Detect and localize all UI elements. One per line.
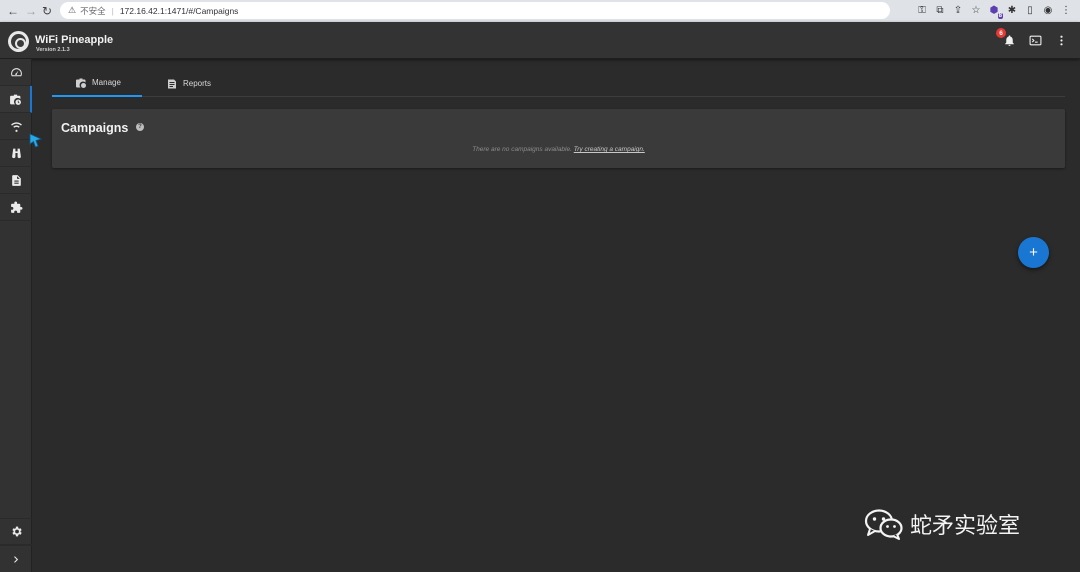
address-bar[interactable]: ⚠ 不安全 | 172.16.42.1:1471/#/Campaigns (60, 2, 890, 19)
extension-toolbar: ⚿ ⧉ ⇪ ☆ ⬢ 8 ✱ ▯ ◉ ⋮ (916, 3, 1072, 19)
pineapple-logo (8, 31, 29, 52)
warning-icon: ⚠ (68, 5, 77, 15)
puzzle-icon (10, 201, 22, 213)
puzzle-extensions-icon[interactable]: ✱ (1006, 3, 1018, 17)
browser-menu-icon[interactable]: ⋮ (1060, 3, 1072, 17)
tab-reports-label: Reports (183, 79, 212, 88)
create-campaign-link[interactable]: Try creating a campaign. (574, 146, 645, 153)
terminal-icon[interactable] (1028, 33, 1042, 47)
sidebar-item-logging[interactable] (0, 167, 32, 194)
tab-reports[interactable]: Reports (166, 70, 211, 97)
key-icon[interactable]: ⚿ (916, 3, 928, 17)
profile-avatar[interactable]: ◉ (1042, 3, 1054, 17)
url-text: 172.16.42.1:1471/#/Campaigns (119, 5, 239, 16)
binoculars-icon (11, 148, 21, 158)
empty-state-message: There are no campaigns available. Try cr… (52, 146, 1065, 153)
speedometer-icon (10, 67, 22, 76)
translate-icon[interactable]: ⧉ (934, 3, 946, 17)
wechat-icon (864, 509, 903, 540)
report-icon (168, 79, 176, 88)
notification-count-badge: 6 (996, 28, 1006, 38)
wechat-watermark: 蛇矛实验室 (864, 508, 1020, 540)
help-icon[interactable]: ? (136, 123, 144, 131)
chevron-right-icon (13, 555, 18, 563)
back-button[interactable]: ← (4, 2, 22, 20)
watermark-text: 蛇矛实验室 (910, 514, 1021, 539)
more-vert-icon[interactable] (1054, 33, 1068, 47)
add-campaign-button[interactable]: + (1018, 237, 1049, 268)
browser-toolbar: ← → ↻ ⚠ 不安全 | 172.16.42.1:1471/#/Campaig… (0, 0, 1080, 22)
campaigns-card: Campaigns ? There are no campaigns avail… (52, 109, 1065, 168)
star-icon[interactable]: ☆ (970, 3, 982, 17)
briefcase-clock-icon (76, 78, 86, 88)
reload-button[interactable]: ↻ (38, 2, 56, 20)
extension-badge-icon[interactable]: ⬢ 8 (988, 3, 1003, 19)
campaign-tabs: Manage Reports (52, 70, 1065, 97)
cursor-icon (29, 133, 43, 148)
sidebar-item-dashboard[interactable] (0, 59, 32, 86)
tab-manage-label: Manage (92, 78, 121, 87)
app-header: WiFi Pineapple Version 2.1.3 6 (0, 22, 1080, 59)
share-icon[interactable]: ⇪ (952, 3, 964, 17)
briefcase-clock-icon (9, 94, 21, 105)
wifi-icon (10, 121, 22, 132)
extension-badge: 8 (997, 13, 1003, 19)
sidepanel-icon[interactable]: ▯ (1024, 3, 1036, 17)
sidebar-item-recon[interactable] (0, 140, 32, 167)
tab-manage[interactable]: Manage (52, 70, 142, 97)
sidebar-item-settings[interactable] (0, 518, 32, 545)
sidebar (0, 59, 32, 572)
gear-icon (11, 526, 22, 537)
app-title: WiFi Pineapple (35, 34, 114, 46)
document-icon (11, 174, 21, 186)
sidebar-item-modules[interactable] (0, 194, 32, 221)
security-label: 不安全 (80, 5, 106, 16)
empty-state-text: There are no campaigns available. (472, 146, 572, 153)
page-title: Campaigns (61, 121, 129, 135)
notifications-bell-icon[interactable]: 6 (996, 28, 1016, 47)
sidebar-item-pineap[interactable] (0, 113, 32, 140)
sidebar-expand-button[interactable] (0, 545, 32, 572)
app-version: Version 2.1.3 (36, 47, 70, 53)
sidebar-item-campaigns[interactable] (0, 86, 32, 113)
